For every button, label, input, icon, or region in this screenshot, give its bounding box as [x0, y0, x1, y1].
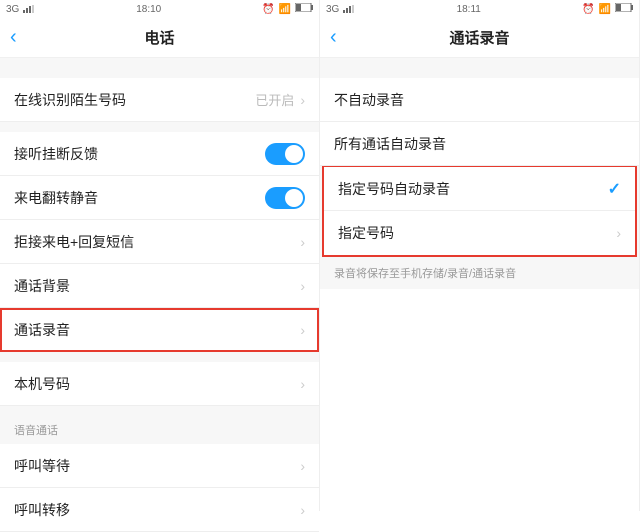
row-label: 呼叫转移 [14, 500, 300, 520]
settings-list: 不自动录音 所有通话自动录音 指定号码自动录音 ✓ 指定号码 › 录音将保存至手… [320, 58, 639, 289]
nav-bar: ‹ 通话录音 [320, 18, 639, 58]
signal-icon [23, 5, 35, 13]
row-no-auto[interactable]: 不自动录音 [320, 78, 639, 122]
network-label: 3G [6, 4, 19, 15]
row-call-forward[interactable]: 呼叫转移 › [0, 488, 319, 532]
chevron-right-icon: › [300, 458, 305, 474]
phone-screen-right: 3G 18:11 ⏰ 📶 ‹ 通话录音 不自动录音 所有通话自动录音 指定号码自… [320, 0, 640, 511]
back-button[interactable]: ‹ [330, 26, 337, 49]
row-answer-hangup[interactable]: 接听挂断反馈 [0, 132, 319, 176]
row-all-auto[interactable]: 所有通话自动录音 [320, 122, 639, 166]
wifi-icon: 📶 [279, 4, 291, 15]
chevron-right-icon: › [300, 322, 305, 338]
clock: 18:10 [136, 4, 161, 15]
row-call-waiting[interactable]: 呼叫等待 › [0, 444, 319, 488]
row-specified-auto[interactable]: 指定号码自动录音 ✓ [324, 167, 635, 211]
row-label: 在线识别陌生号码 [14, 90, 255, 110]
row-reject-sms[interactable]: 拒接来电+回复短信 › [0, 220, 319, 264]
section-voice-header: 语音通话 [0, 406, 319, 444]
row-label: 通话背景 [14, 276, 300, 296]
network-label: 3G [326, 4, 339, 15]
settings-list: 在线识别陌生号码 已开启 › 接听挂断反馈 来电翻转静音 拒接来电+回复短信 ›… [0, 58, 319, 532]
alarm-icon: ⏰ [262, 4, 274, 15]
chevron-right-icon: › [300, 376, 305, 392]
row-online-id[interactable]: 在线识别陌生号码 已开启 › [0, 78, 319, 122]
status-bar: 3G 18:10 ⏰ 📶 [0, 0, 319, 18]
row-call-bg[interactable]: 通话背景 › [0, 264, 319, 308]
chevron-right-icon: › [616, 225, 621, 241]
row-label: 拒接来电+回复短信 [14, 232, 300, 252]
wifi-icon: 📶 [599, 4, 611, 15]
row-specified-numbers[interactable]: 指定号码 › [324, 211, 635, 255]
chevron-right-icon: › [300, 278, 305, 294]
clock: 18:11 [457, 4, 481, 15]
row-label: 不自动录音 [334, 90, 625, 110]
phone-screen-left: 3G 18:10 ⏰ 📶 ‹ 电话 在线识别陌生号码 已开启 › 接听挂断反馈 … [0, 0, 320, 511]
row-label: 接听挂断反馈 [14, 144, 265, 164]
toggle-switch[interactable] [265, 187, 305, 209]
row-label: 通话录音 [14, 320, 300, 340]
chevron-right-icon: › [300, 234, 305, 250]
row-label: 指定号码 [338, 223, 616, 243]
back-button[interactable]: ‹ [10, 26, 17, 49]
row-value: 已开启 [255, 90, 294, 109]
battery-icon [295, 3, 313, 15]
alarm-icon: ⏰ [582, 4, 594, 15]
page-title: 通话录音 [449, 27, 509, 48]
highlight-box: 指定号码自动录音 ✓ 指定号码 › [322, 165, 637, 257]
row-flip-mute[interactable]: 来电翻转静音 [0, 176, 319, 220]
row-label: 指定号码自动录音 [338, 179, 608, 199]
page-title: 电话 [144, 27, 174, 48]
battery-icon [615, 3, 633, 15]
chevron-right-icon: › [300, 92, 305, 108]
row-label: 所有通话自动录音 [334, 134, 625, 154]
toggle-switch[interactable] [265, 143, 305, 165]
chevron-right-icon: › [300, 502, 305, 518]
row-label: 呼叫等待 [14, 456, 300, 476]
check-icon: ✓ [608, 179, 621, 199]
row-label: 来电翻转静音 [14, 188, 265, 208]
nav-bar: ‹ 电话 [0, 18, 319, 58]
signal-icon [343, 5, 355, 13]
row-my-number[interactable]: 本机号码 › [0, 362, 319, 406]
status-bar: 3G 18:11 ⏰ 📶 [320, 0, 639, 18]
row-call-record[interactable]: 通话录音 › [0, 308, 319, 352]
footnote: 录音将保存至手机存储/录音/通话录音 [320, 257, 639, 289]
row-label: 本机号码 [14, 374, 300, 394]
